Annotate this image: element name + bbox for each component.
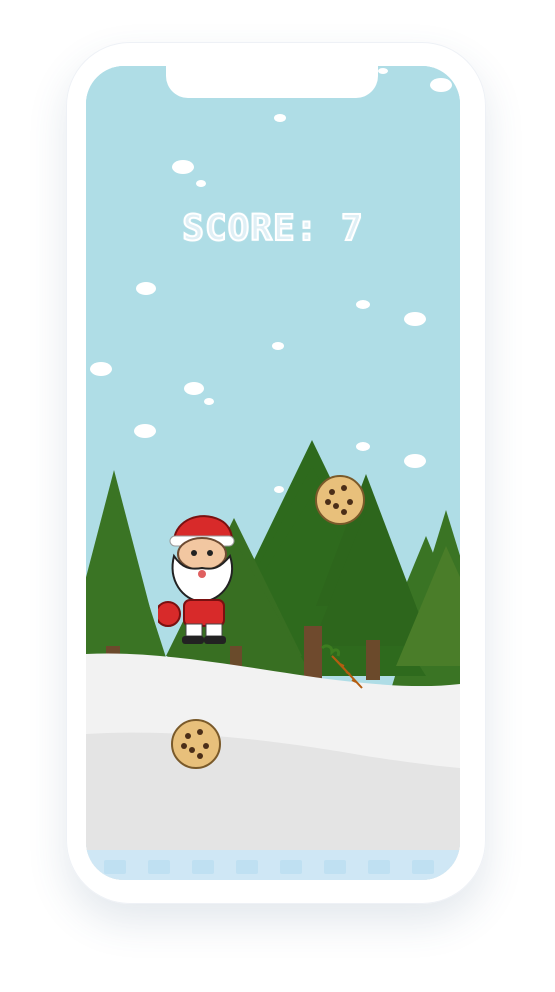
ice-tile: [324, 860, 346, 874]
ice-tile: [368, 860, 390, 874]
ice-tile: [236, 860, 258, 874]
ice-tile: [148, 860, 170, 874]
ice-tile: [192, 860, 214, 874]
phone-notch: [166, 60, 378, 98]
ice-tile: [104, 860, 126, 874]
ice-ground-strip: [86, 850, 460, 880]
game-screen[interactable]: SCORE: 7: [86, 66, 460, 880]
ice-tile: [412, 860, 434, 874]
santa-player-sprite: [158, 515, 235, 644]
ice-tile: [280, 860, 302, 874]
carrot-obstacle: [320, 644, 363, 689]
cookie-collectible: [171, 719, 221, 769]
cookie-collectible: [315, 475, 365, 525]
forest-and-snow-scene: [86, 440, 460, 880]
